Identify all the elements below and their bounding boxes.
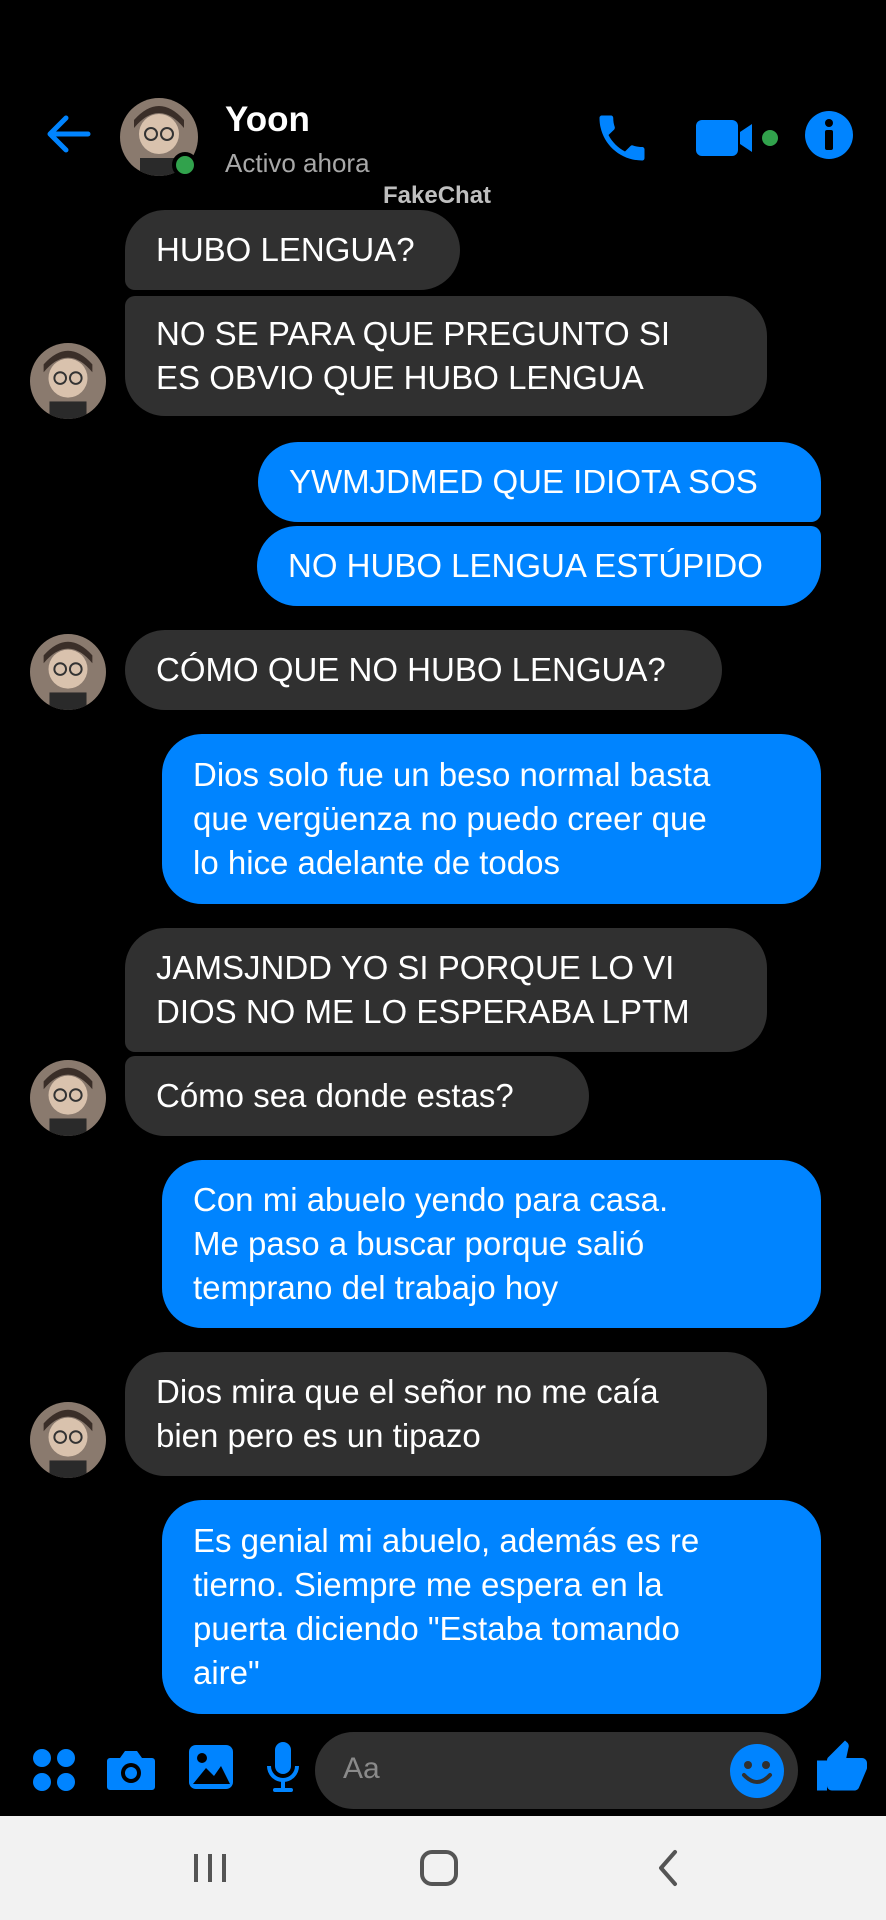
video-call-icon[interactable] [696, 118, 786, 158]
outgoing-message[interactable]: Es genial mi abuelo, además es re tierno… [162, 1500, 821, 1714]
outgoing-message[interactable]: Con mi abuelo yendo para casa. Me paso a… [162, 1160, 821, 1328]
home-icon[interactable] [418, 1848, 460, 1888]
message-text: NO SE PARA QUE PREGUNTO SI ES OBVIO QUE … [156, 315, 671, 396]
message-text: NO HUBO LENGUA ESTÚPIDO [288, 547, 763, 584]
message-input[interactable]: Aa [315, 1732, 798, 1809]
gallery-icon[interactable] [188, 1744, 234, 1790]
incoming-message[interactable]: JAMSJNDD YO SI PORQUE LO VI DIOS NO ME L… [125, 928, 767, 1052]
watermark: FakeChat [383, 182, 492, 209]
outgoing-message[interactable]: YWMJDMED QUE IDIOTA SOS [258, 442, 821, 522]
emoji-icon[interactable] [729, 1743, 785, 1799]
back-arrow-icon[interactable] [40, 106, 96, 162]
system-back-icon[interactable] [653, 1848, 683, 1888]
microphone-icon[interactable] [266, 1742, 300, 1794]
message-input-placeholder: Aa [343, 1752, 380, 1785]
message-text: Es genial mi abuelo, además es re tierno… [193, 1522, 700, 1691]
incoming-message[interactable]: Dios mira que el señor no me caía bien p… [125, 1352, 767, 1476]
message-text: Dios solo fue un beso normal basta que v… [193, 756, 711, 881]
contact-name[interactable]: Yoon [225, 100, 310, 140]
message-text: Dios mira que el señor no me caía bien p… [156, 1373, 659, 1454]
incoming-message[interactable]: CÓMO QUE NO HUBO LENGUA? [125, 630, 722, 710]
thumbs-up-icon[interactable] [812, 1738, 872, 1798]
incoming-message[interactable]: HUBO LENGUA? [125, 210, 460, 290]
contact-avatar-small[interactable] [30, 634, 106, 710]
contact-avatar-small[interactable] [30, 343, 106, 419]
message-text: Con mi abuelo yendo para casa. Me paso a… [193, 1181, 669, 1306]
incoming-message[interactable]: NO SE PARA QUE PREGUNTO SI ES OBVIO QUE … [125, 296, 767, 416]
contact-status: Activo ahora [225, 148, 370, 178]
incoming-message[interactable]: Cómo sea donde estas? [125, 1056, 589, 1136]
message-text: Cómo sea donde estas? [156, 1077, 514, 1114]
apps-menu-icon[interactable] [32, 1748, 76, 1792]
phone-call-icon[interactable] [592, 108, 652, 168]
message-text: JAMSJNDD YO SI PORQUE LO VI DIOS NO ME L… [156, 949, 690, 1030]
info-icon[interactable] [804, 110, 854, 160]
contact-avatar-small[interactable] [30, 1060, 106, 1136]
message-text: YWMJDMED QUE IDIOTA SOS [289, 463, 758, 500]
recent-apps-icon[interactable] [190, 1850, 230, 1886]
outgoing-message[interactable]: NO HUBO LENGUA ESTÚPIDO [257, 526, 821, 606]
outgoing-message[interactable]: Dios solo fue un beso normal basta que v… [162, 734, 821, 904]
message-text: CÓMO QUE NO HUBO LENGUA? [156, 651, 666, 688]
message-text: HUBO LENGUA? [156, 231, 415, 268]
online-indicator [172, 152, 198, 178]
camera-icon[interactable] [106, 1746, 156, 1792]
contact-avatar-small[interactable] [30, 1402, 106, 1478]
